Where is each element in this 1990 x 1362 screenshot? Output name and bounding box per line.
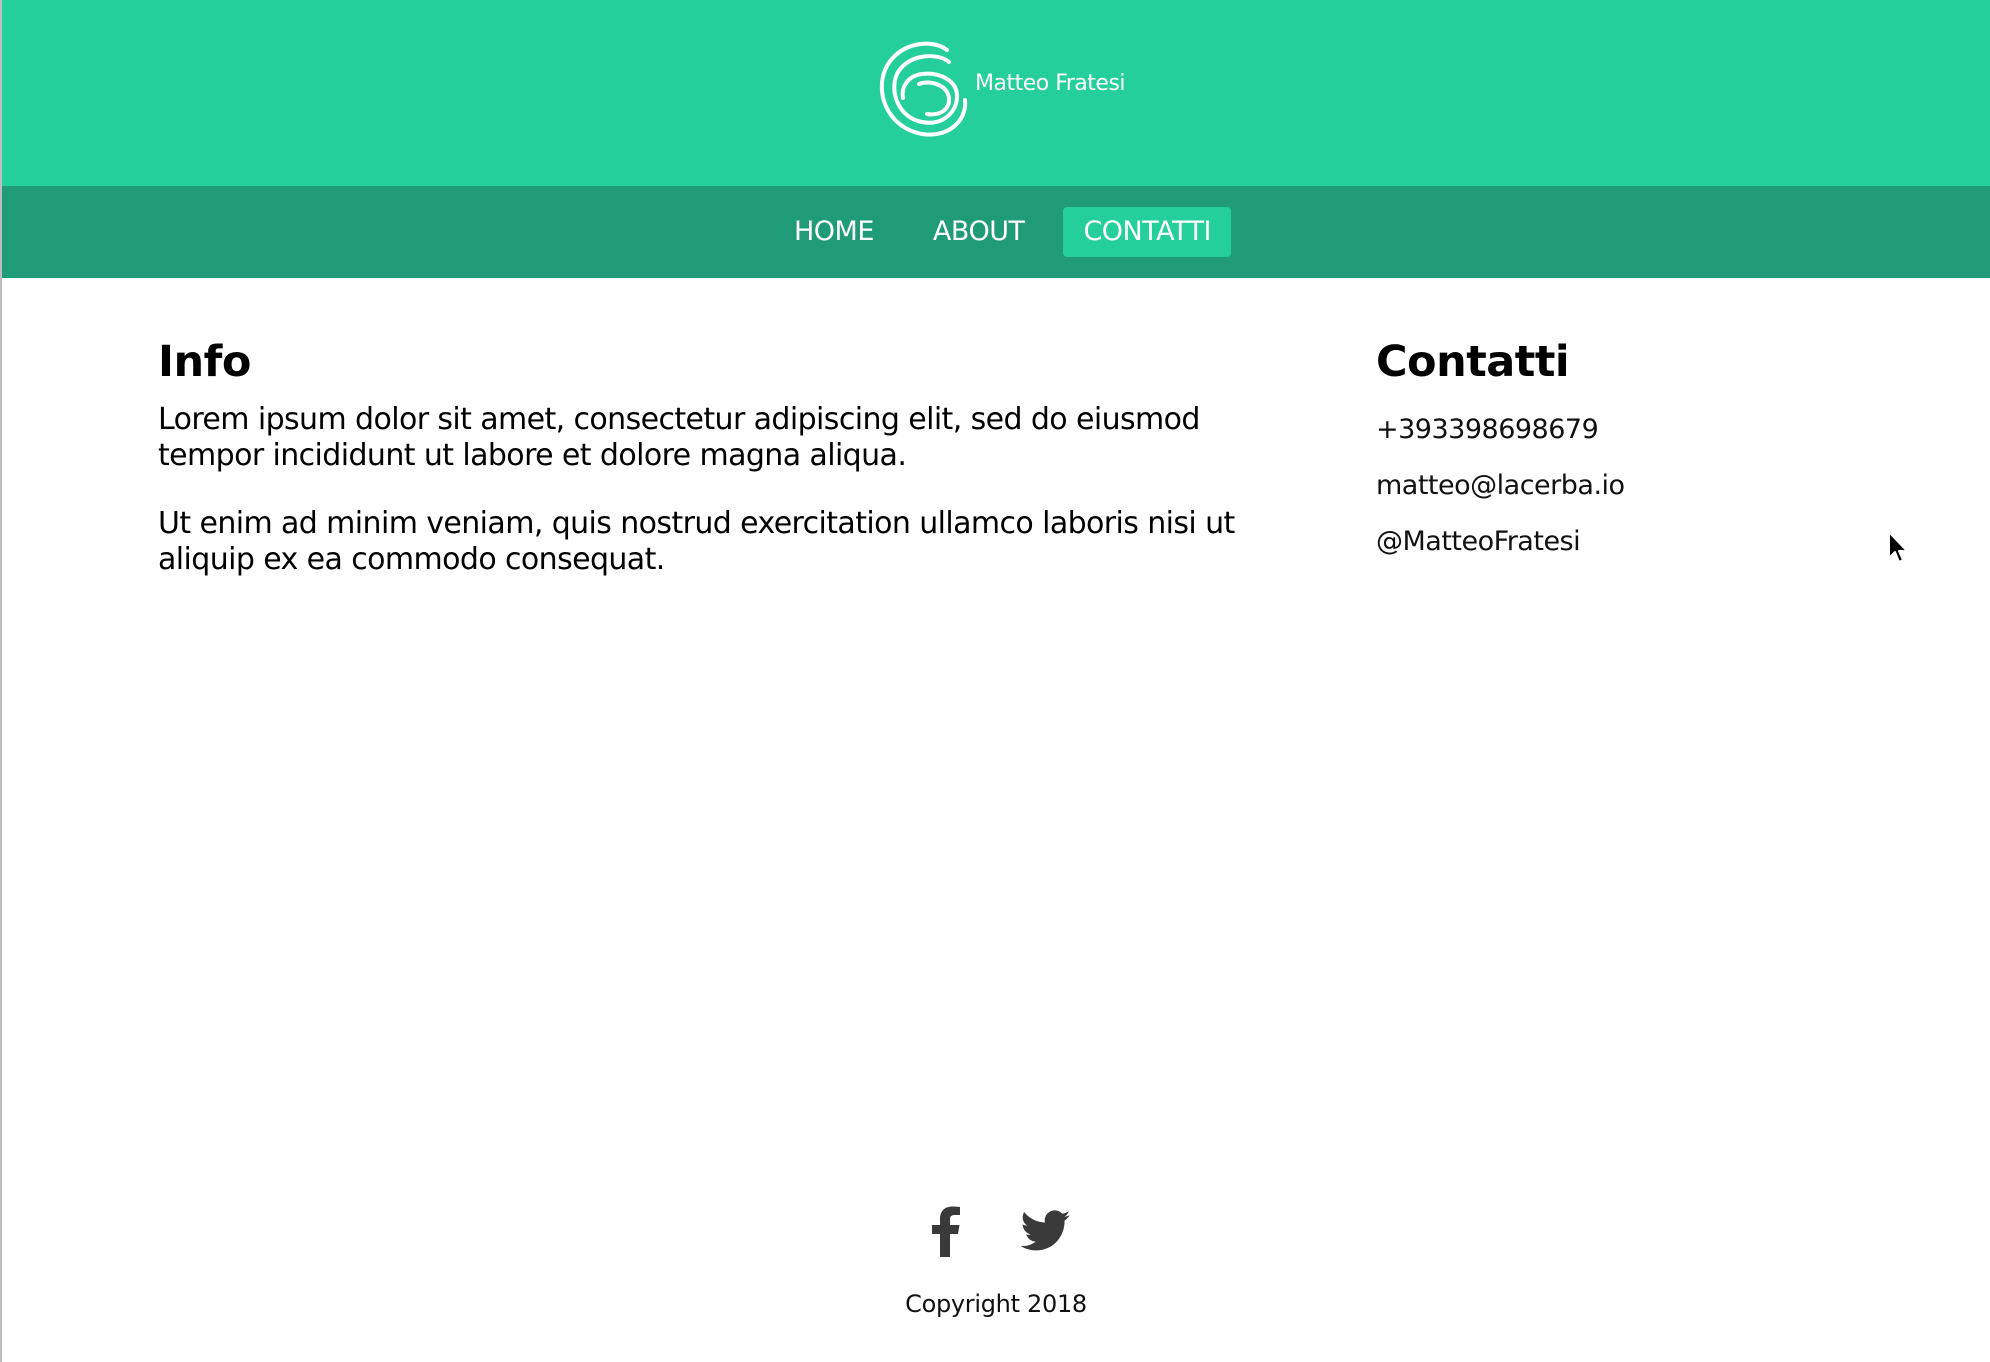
social-links (2, 1203, 1990, 1259)
nav-item-home[interactable]: HOME (774, 207, 894, 257)
spiral-circle-logo-icon (879, 41, 968, 137)
nav-item-contatti[interactable]: CONTATTI (1063, 207, 1231, 257)
nav-list: HOME ABOUT CONTATTI (774, 207, 1231, 257)
facebook-link[interactable] (921, 1203, 971, 1259)
main-nav: HOME ABOUT CONTATTI (2, 186, 1990, 278)
contacts-section: Contatti +393398698679 matteo@lacerba.io… (1376, 330, 1876, 562)
mouse-cursor-icon (1888, 531, 1908, 563)
info-paragraph: Lorem ipsum dolor sit amet, consectetur … (158, 402, 1200, 473)
contact-twitter[interactable]: @MatteoFratesi (1376, 522, 1876, 562)
contact-phone[interactable]: +393398698679 (1376, 410, 1876, 450)
info-section: Info Lorem ipsum dolor sit amet, consect… (158, 330, 1308, 578)
facebook-icon (932, 1206, 960, 1257)
nav-item-about[interactable]: ABOUT (913, 207, 1045, 257)
page: Matteo Fratesi HOME ABOUT CONTATTI Info … (0, 0, 1990, 1362)
contacts-title: Contatti (1376, 337, 1570, 387)
site-header: Matteo Fratesi (2, 0, 1990, 186)
info-paragraph: Ut enim ad minim veniam, quis nostrud ex… (158, 506, 1235, 577)
copyright: Copyright 2018 (905, 1290, 1087, 1318)
twitter-icon (1021, 1210, 1071, 1251)
info-title: Info (158, 337, 251, 387)
site-logo[interactable]: Matteo Fratesi (877, 40, 1126, 140)
twitter-link[interactable] (1021, 1203, 1071, 1259)
brand-name: Matteo Fratesi (975, 70, 1126, 96)
contact-email[interactable]: matteo@lacerba.io (1376, 466, 1876, 506)
